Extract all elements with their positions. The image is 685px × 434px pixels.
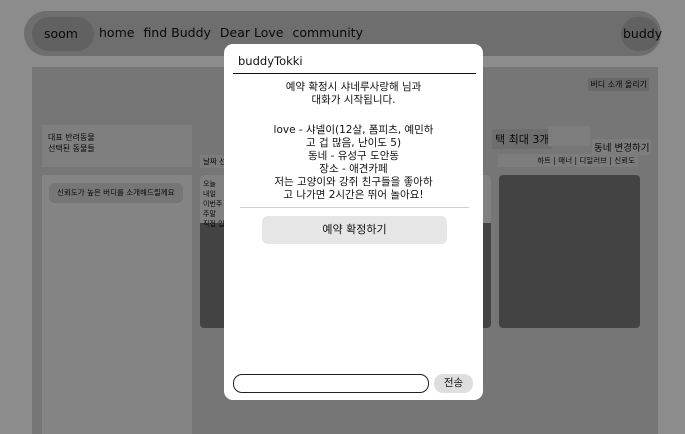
buddy-intro-message: love - 샤넬이(12살, 폼피츠, 예민하 고 겁 많음, 난이도 5) …	[233, 124, 474, 202]
intro-line: 저는 고양이와 강쥐 친구들을 좋아하	[274, 176, 433, 188]
intro-line: 고 겁 많음, 난이도 5)	[305, 137, 402, 149]
send-button[interactable]: 전송	[434, 374, 473, 393]
intro-line: 동네 - 유성구 도안동	[307, 150, 400, 162]
title-divider	[233, 73, 476, 74]
intro-line: love - 샤넬이(12살, 폼피츠, 예민하	[273, 124, 434, 136]
confirm-reservation-button[interactable]: 예약 확정하기	[262, 216, 447, 244]
notice-line: 대화가 시작됩니다.	[311, 94, 396, 106]
intro-line: 고 나가면 2시간은 뛰어 놀아요!	[283, 189, 424, 201]
notice-line: 예약 확정시 샤네루사랑해 님과	[285, 81, 422, 93]
message-divider	[240, 207, 469, 208]
reservation-notice: 예약 확정시 샤네루사랑해 님과 대화가 시작됩니다.	[233, 81, 474, 107]
chat-input[interactable]	[233, 374, 429, 393]
reservation-modal: buddyTokki 예약 확정시 샤네루사랑해 님과 대화가 시작됩니다. l…	[224, 44, 483, 400]
intro-line: 장소 - 애견카페	[319, 163, 388, 175]
modal-title: buddyTokki	[238, 54, 303, 68]
